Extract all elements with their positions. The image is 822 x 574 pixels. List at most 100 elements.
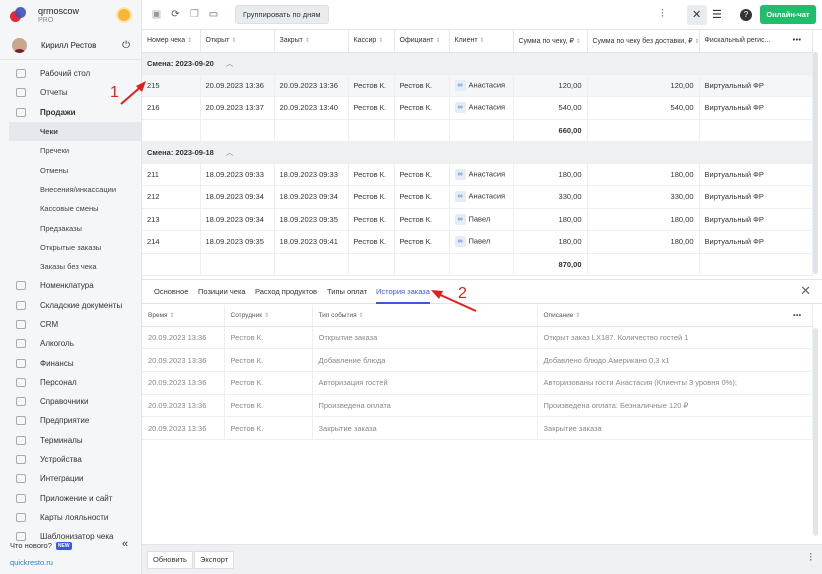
column-header[interactable]: Номер чека ⇕	[142, 30, 201, 53]
table-row[interactable]: 215 20.09.2023 13:36 20.09.2023 13:36 Ресто…	[142, 74, 813, 97]
tab-1[interactable]: Позиции чека	[198, 287, 246, 296]
sidebar-item-3[interactable]: Чеки	[9, 121, 141, 142]
cell-value: Павел	[468, 236, 491, 246]
sidebar-item-16[interactable]: Персонал	[0, 373, 141, 392]
sidebar-item-10[interactable]: Заказы без чека	[0, 257, 141, 276]
power-icon[interactable]: ⏻	[122, 40, 130, 51]
history-column-header[interactable]: Описание ⇕ •••	[537, 305, 813, 327]
sidebar-item-6[interactable]: Внесения/инкассации	[0, 180, 141, 199]
sidebar-item-20[interactable]: Устройства	[0, 450, 141, 469]
column-header[interactable]: Официант ⇕	[394, 30, 450, 53]
sort-icon[interactable]: ⇕	[305, 38, 310, 44]
collapse-sidebar-icon[interactable]: «	[122, 538, 128, 550]
sort-icon[interactable]: ⇕	[170, 313, 175, 319]
group-row[interactable]: Смена: 2023-09-18 ︿	[142, 141, 813, 164]
checks-scrollbar[interactable]	[813, 52, 818, 274]
table-row[interactable]: 213 18.09.2023 09:34 18.09.2023 09:35 Ресто…	[142, 208, 813, 231]
history-row[interactable]: 20.09.2023 13:36 Рестов К. Добавление блюд…	[142, 348, 813, 372]
sidebar-item-14[interactable]: Алкоголь	[0, 334, 141, 353]
sidebar-item-15[interactable]: Финансы	[0, 353, 141, 372]
export-button[interactable]: Экспорт	[194, 551, 235, 569]
chevron-up-icon[interactable]: ︿	[226, 59, 234, 68]
link-icon[interactable]: ∞	[454, 168, 466, 180]
link-icon[interactable]: ∞	[454, 79, 466, 91]
group-by-days-button[interactable]: Группировать по дням	[235, 5, 329, 24]
sidebar-item-13[interactable]: CRM	[0, 315, 141, 334]
column-header[interactable]: Сумма по чеку, ₽ ⇕	[513, 30, 588, 53]
group-row[interactable]: Смена: 2023-09-20 ︿	[142, 52, 813, 75]
sort-icon[interactable]: ⇕	[480, 38, 485, 44]
tools-icon[interactable]: ✕	[692, 8, 701, 21]
column-header[interactable]: Клиент ⇕	[449, 30, 514, 53]
site-link[interactable]: quickresto.ru	[10, 558, 53, 567]
tab-3[interactable]: Типы оплат	[327, 287, 367, 296]
link-icon[interactable]: ∞	[454, 102, 466, 114]
tab-4[interactable]: История заказа	[376, 287, 430, 304]
user-profile[interactable]: Кирилл Рестов ⏻	[0, 32, 141, 60]
history-column-header[interactable]: Время ⇕	[142, 305, 225, 327]
column-header[interactable]: Открыт ⇕	[200, 30, 275, 53]
history-row[interactable]: 20.09.2023 13:36 Рестов К. Авторизация гос…	[142, 371, 813, 395]
link-icon[interactable]: ∞	[454, 236, 466, 248]
sidebar-item-4[interactable]: Пречеки	[0, 141, 141, 160]
sidebar-item-7[interactable]: Кассовые смены	[0, 199, 141, 218]
sidebar-item-21[interactable]: Интеграции	[0, 469, 141, 488]
sidebar-item-18[interactable]: Предприятие	[0, 411, 141, 430]
sort-icon[interactable]: ⇕	[575, 313, 580, 319]
link-icon[interactable]: ∞	[454, 191, 466, 203]
sort-icon[interactable]: ⇕	[231, 38, 236, 44]
online-chat-button[interactable]: Онлайн-чат	[760, 5, 816, 24]
table-row[interactable]: 211 18.09.2023 09:33 18.09.2023 09:33 Ресто…	[142, 163, 813, 186]
cell-value: Анастасия	[468, 80, 506, 90]
sidebar-item-9[interactable]: Открытые заказы	[0, 238, 141, 257]
sort-icon[interactable]: ⇕	[436, 38, 441, 44]
sort-icon[interactable]: ⇕	[576, 39, 581, 45]
sort-icon[interactable]: ⇕	[187, 38, 192, 44]
table-row[interactable]: 212 18.09.2023 09:34 18.09.2023 09:34 Ресто…	[142, 185, 813, 209]
cell-opened: 20.09.2023 13:37	[200, 96, 275, 120]
refresh-icon[interactable]: ⟳	[170, 9, 181, 20]
column-header[interactable]: Закрыт ⇕	[274, 30, 349, 53]
sidebar-item-19[interactable]: Терминалы	[0, 431, 141, 450]
sidebar-item-11[interactable]: Номенклатура	[0, 276, 141, 295]
sidebar-item-5[interactable]: Отмены	[0, 160, 141, 179]
list-view-icon[interactable]: ☰	[712, 8, 722, 21]
sidebar-item-label: Алкоголь	[40, 339, 74, 349]
sort-icon[interactable]: ⇕	[264, 313, 269, 319]
whats-new[interactable]: Что нового? NEW	[10, 541, 72, 550]
filter-settings-icon[interactable]: ⫶	[809, 552, 812, 565]
sidebar-item-23[interactable]: Карты лояльности	[0, 508, 141, 527]
history-row[interactable]: 20.09.2023 13:36 Рестов К. Закрытие заказа…	[142, 416, 813, 440]
sort-icon[interactable]: ⇕	[359, 313, 364, 319]
more-icon[interactable]: •••	[793, 37, 802, 44]
column-header[interactable]: Фискальный регис... •••	[699, 30, 813, 53]
tab-2[interactable]: Расход продуктов	[255, 287, 317, 296]
save-icon[interactable]: ▣	[151, 9, 162, 20]
sidebar-item-22[interactable]: Приложение и сайт	[0, 489, 141, 508]
column-settings-icon[interactable]: ⫶	[661, 8, 664, 21]
help-icon[interactable]: ?	[740, 9, 752, 21]
history-scrollbar[interactable]	[813, 328, 818, 536]
history-column-header[interactable]: Тип события ⇕	[312, 305, 538, 327]
sidebar-item-17[interactable]: Справочники	[0, 392, 141, 411]
refresh-button[interactable]: Обновить	[147, 551, 193, 569]
inbox-icon[interactable]: ▭	[208, 9, 219, 20]
sidebar-item-8[interactable]: Предзаказы	[0, 218, 141, 237]
column-header[interactable]: Сумма по чеку без доставки, ₽⇕	[587, 30, 700, 53]
sidebar-item-12[interactable]: Складские документы	[0, 296, 141, 315]
history-column-header[interactable]: Сотрудник ⇕	[224, 305, 313, 327]
chevron-up-icon[interactable]: ︿	[226, 148, 234, 157]
table-row[interactable]: 214 18.09.2023 09:35 18.09.2023 09:41 Ресто…	[142, 230, 813, 254]
close-icon[interactable]: ✕	[800, 283, 811, 299]
history-row[interactable]: 20.09.2023 13:36 Рестов К. Открытие заказа…	[142, 326, 813, 350]
copy-icon[interactable]: ❐	[189, 9, 200, 20]
history-row[interactable]: 20.09.2023 13:36 Рестов К. Произведена опл…	[142, 394, 813, 418]
brand[interactable]: qrmoscow PRO	[0, 0, 141, 30]
table-row[interactable]: 216 20.09.2023 13:37 20.09.2023 13:40 Ресто…	[142, 96, 813, 120]
link-icon[interactable]: ∞	[454, 213, 466, 225]
column-header[interactable]: Кассир ⇕	[348, 30, 395, 53]
more-icon[interactable]: •••	[793, 312, 801, 319]
tab-0[interactable]: Основное	[154, 287, 188, 296]
theme-toggle-icon[interactable]	[118, 9, 130, 21]
sort-icon[interactable]: ⇕	[378, 38, 383, 44]
